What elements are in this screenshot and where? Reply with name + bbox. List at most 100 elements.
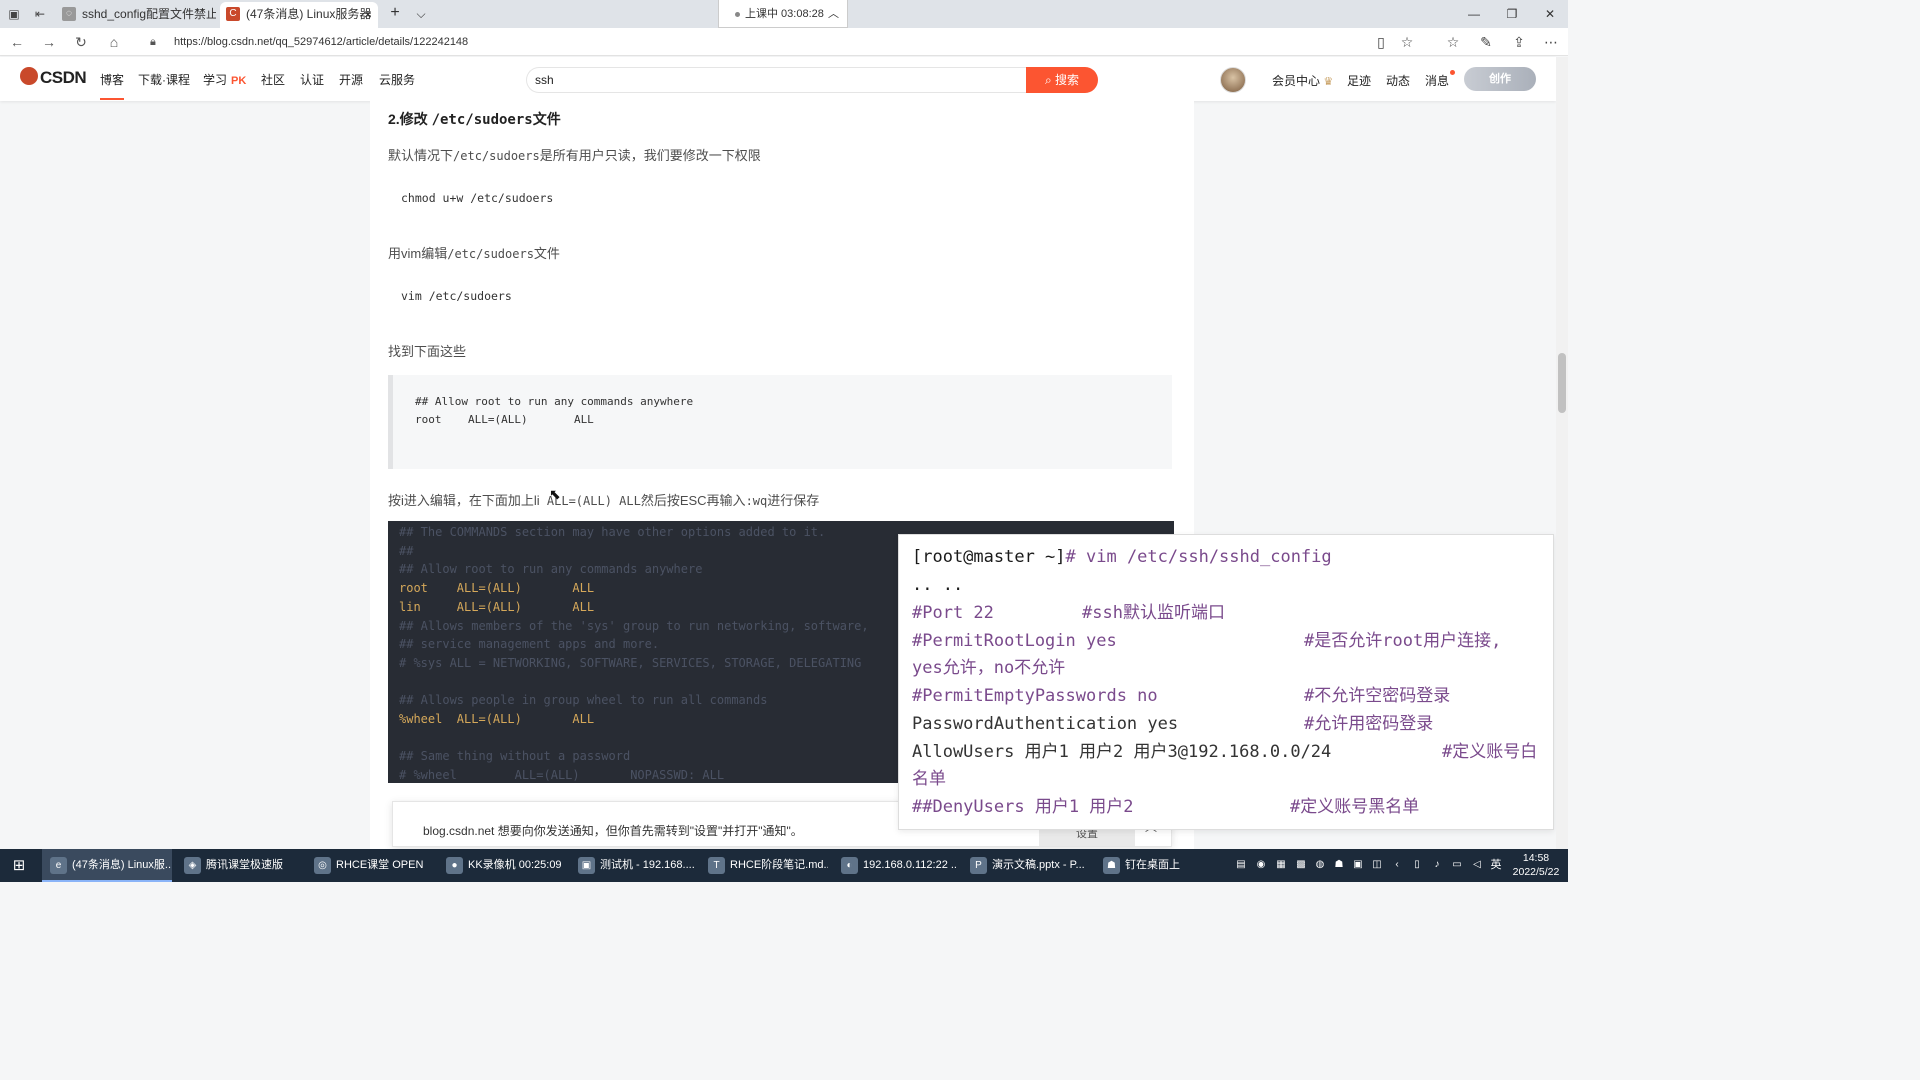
refresh-icon[interactable]: ↻ <box>72 33 90 51</box>
chat-tray-icon[interactable]: ▤ <box>1234 858 1248 872</box>
snippet-line: ## Allow root to run any commands anywhe… <box>415 395 694 408</box>
create-button[interactable]: 创作 <box>1464 67 1536 91</box>
pin-icon: ☗ <box>1103 857 1120 874</box>
recording-dot-icon <box>735 12 740 17</box>
system-clock[interactable]: 14:58 2022/5/22 <box>1508 851 1564 879</box>
close-window-button[interactable]: ✕ <box>1532 0 1568 28</box>
text-segment: 按i进入编辑，在下面加上li <box>388 493 540 508</box>
activity-link[interactable]: 动态 <box>1386 72 1410 89</box>
page-scrollbar[interactable] <box>1556 57 1568 849</box>
member-center-label: 会员中心 <box>1272 74 1321 88</box>
text-segment: 然后按ESC再输入 <box>640 493 746 508</box>
terminal-line: .. .. <box>912 575 964 595</box>
clock-date: 2022/5/22 <box>1512 866 1560 878</box>
footprint-link[interactable]: 足迹 <box>1347 72 1371 89</box>
microphone-icon[interactable]: ♪ <box>1430 858 1444 872</box>
favorite-star-icon[interactable]: ☆ <box>1398 33 1416 51</box>
app-tray-icon[interactable]: ◍ <box>1313 858 1327 872</box>
home-icon[interactable]: ⌂ <box>105 33 123 51</box>
prompt: [root@master ~] <box>912 547 1066 567</box>
tab-linux-server[interactable]: C (47条消息) Linux服务器 × <box>220 2 378 28</box>
directive: #PermitEmptyPasswords no <box>912 686 1158 706</box>
nav-cloud-service[interactable]: 云服务 <box>379 71 415 88</box>
new-tab-icon[interactable]: + <box>386 4 404 24</box>
comment: #ssh默认监听端口 <box>1082 603 1225 623</box>
csdn-logo[interactable]: CSDN <box>20 67 87 91</box>
recording-label: 上课中 03:08:28 <box>745 8 824 20</box>
nav-learn[interactable]: 学习 PK <box>203 71 246 88</box>
close-tab-icon[interactable]: × <box>364 2 372 26</box>
lock-icon: 🔒︎ <box>150 36 156 48</box>
recording-indicator[interactable]: 上课中 03:08:28 ︿ <box>718 0 848 28</box>
nav-blog[interactable]: 博客 <box>100 71 125 100</box>
restore-button[interactable]: ❐ <box>1494 0 1530 28</box>
messages-link[interactable]: 消息 <box>1425 72 1449 89</box>
nav-download-course[interactable]: 下载·课程 <box>138 71 190 88</box>
sudoers-snippet: ## Allow root to run any commands anywhe… <box>415 393 693 429</box>
csdn-favicon-icon: C <box>226 7 240 21</box>
app-tray-icon[interactable]: ◫ <box>1370 858 1384 872</box>
avatar[interactable] <box>1220 67 1246 93</box>
paragraph-permission: 默认情况下/etc/sudoers是所有用户只读，我们要修改一下权限 <box>388 145 761 164</box>
app-tray-icon[interactable]: ▣ <box>1351 858 1365 872</box>
taskbar-item[interactable]: ▣ 测试机 - 192.168.... <box>570 849 696 882</box>
code-line: ## Allows members of the 'sys' group to … <box>399 618 869 633</box>
share-icon[interactable]: ⇪ <box>1510 33 1528 51</box>
nav-certification[interactable]: 认证 <box>300 71 324 88</box>
tab-sshd-config[interactable]: ◌ sshd_config配置文件禁止ro <box>56 2 216 28</box>
favorites-list-icon[interactable]: ☆ <box>1444 33 1462 51</box>
page-favicon-icon: ◌ <box>62 7 76 21</box>
code-block-sudoers: ## Allow root to run any commands anywhe… <box>388 375 1172 469</box>
windows-start-icon[interactable]: ⊞ <box>10 857 28 875</box>
address-input[interactable]: 🔒︎ https://blog.csdn.net/qq_52974612/art… <box>146 31 1396 53</box>
search-button[interactable]: ⌕ 搜索 <box>1026 67 1098 93</box>
text-segment: 文件 <box>533 246 560 261</box>
nav-open-source[interactable]: 开源 <box>339 71 363 88</box>
chevron-up-icon[interactable]: ︿ <box>828 0 839 28</box>
code-block-vim: vim /etc/sudoers <box>401 289 512 303</box>
ssh-client-icon: ◐ <box>841 857 858 874</box>
browser-tab-bar: ▣ ⇤ ◌ sshd_config配置文件禁止ro C (47条消息) Linu… <box>0 0 1568 28</box>
tab-actions-icon[interactable]: ▣ <box>6 6 22 22</box>
member-center-link[interactable]: 会员中心 ♛ <box>1272 72 1333 89</box>
tab-back-icon[interactable]: ⇤ <box>32 6 48 22</box>
taskbar-item[interactable]: e (47条消息) Linux服... <box>42 849 172 882</box>
app-tray-icon[interactable]: ▩ <box>1294 858 1308 872</box>
taskbar-item[interactable]: ☗ 钉在桌面上 <box>1095 849 1185 882</box>
directive: ##DenyUsers 用户1 用户2 <box>912 797 1134 817</box>
wechat-tray-icon[interactable]: ◉ <box>1254 858 1268 872</box>
recorder-icon: ● <box>446 857 463 874</box>
minimize-button[interactable]: — <box>1456 0 1492 28</box>
forward-icon[interactable]: → <box>40 33 58 51</box>
taskbar-item[interactable]: T RHCE阶段笔记.md... <box>700 849 828 882</box>
back-icon[interactable]: ← <box>8 33 26 51</box>
taskbar-item-label: RHCE课堂 OPEN <box>336 859 424 871</box>
code-line: # %wheel ALL=(ALL) NOPASSWD: ALL <box>399 768 725 783</box>
taskbar-item-label: 钉在桌面上 <box>1125 859 1180 871</box>
pen-icon[interactable]: ✎ <box>1477 33 1495 51</box>
app-tray-icon[interactable]: ☗ <box>1332 858 1346 872</box>
reader-mode-icon[interactable]: ▯ <box>1372 33 1390 51</box>
scrollbar-thumb[interactable] <box>1558 353 1566 413</box>
ime-indicator[interactable]: 英 <box>1489 858 1503 872</box>
nav-community[interactable]: 社区 <box>261 71 285 88</box>
taskbar-item[interactable]: ● KK录像机 00:25:09 <box>438 849 566 882</box>
app-tray-icon[interactable]: ▦ <box>1274 858 1288 872</box>
taskbar-item-label: (47条消息) Linux服... <box>72 859 172 871</box>
more-options-icon[interactable]: ⋯ <box>1542 33 1560 51</box>
search-input[interactable]: ssh <box>526 67 1026 93</box>
chevron-down-icon[interactable]: ⌵ <box>412 4 430 24</box>
volume-icon[interactable]: ◁ <box>1470 858 1484 872</box>
code-block-chmod: chmod u+w /etc/sudoers <box>401 191 554 205</box>
taskbar-item-label: KK录像机 00:25:09 <box>468 859 562 871</box>
taskbar-item[interactable]: ◈ 腾讯课堂极速版 <box>176 849 302 882</box>
network-icon[interactable]: ▭ <box>1450 858 1464 872</box>
taskbar-item[interactable]: ◐ 192.168.0.112:22 ... <box>833 849 958 882</box>
text-segment: 进行保存 <box>767 493 820 508</box>
paragraph-find: 找到下面这些 <box>388 344 467 359</box>
chevron-left-icon[interactable]: ‹ <box>1390 858 1404 872</box>
taskbar-item[interactable]: P 演示文稿.pptx - P... <box>962 849 1090 882</box>
inline-code: :wq <box>745 494 768 508</box>
battery-icon[interactable]: ▯ <box>1410 858 1424 872</box>
taskbar-item[interactable]: ◎ RHCE课堂 OPEN <box>306 849 434 882</box>
